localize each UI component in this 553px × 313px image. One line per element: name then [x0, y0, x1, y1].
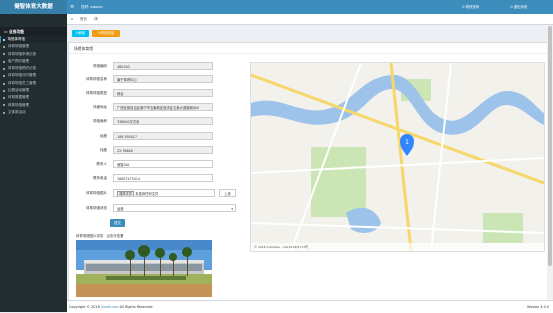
map-canvas[interactable]: 1 — [251, 63, 544, 251]
bullet-icon — [3, 75, 5, 78]
refresh-button[interactable]: ↻刷新 — [72, 30, 89, 37]
field-label: 体育场馆状态 — [86, 206, 107, 210]
field-label: 场馆编码 — [93, 64, 107, 68]
welcome-text: 您好: adapin — [81, 5, 103, 9]
field-label: 体育场馆图片 — [86, 191, 107, 195]
file-status: 未选择任何文件 — [135, 192, 159, 196]
bullet-icon — [3, 82, 5, 85]
top-navbar: 健智体育大数据 ≡ 您好: adapin ⚿ 修改密码 ⏻ 退出系统 — [0, 0, 553, 14]
divider — [69, 53, 549, 54]
logout-link[interactable]: ⏻ 退出系统 — [510, 0, 527, 14]
venue-photo[interactable] — [76, 240, 212, 297]
submit-button[interactable]: 提交 — [110, 219, 125, 227]
modify-password-link[interactable]: ⚿ 修改密码 — [462, 0, 479, 14]
bullet-icon — [3, 46, 5, 49]
sidebar-item-venue-management[interactable]: 体育场馆管理 — [0, 43, 67, 50]
field-label: 体育场馆名称 — [86, 77, 107, 81]
panel-title: 场馆体育馆 — [74, 46, 93, 51]
toolbar: ↻刷新 ✎修改信息 — [67, 25, 553, 42]
venue-name-field[interactable]: 南宁体育中心 — [113, 75, 213, 83]
copyright-text: Copyright © 2018 jnsoft.com All Rights R… — [69, 305, 154, 309]
sidebar-item-venue-management-2[interactable]: 体育场馆管理 — [0, 102, 67, 109]
upload-button[interactable]: 上传 — [219, 189, 236, 197]
field-label: 联系人 — [96, 162, 108, 166]
bullet-icon — [3, 53, 5, 56]
address-field[interactable]: 广西壮族自治区南宁市五象新区良庆区五象大道南侧005 — [113, 103, 213, 111]
sidebar-item-time-slots[interactable]: 体育场馆分时管理 — [0, 72, 67, 79]
sidebar-section-title[interactable]: ▭ 业务功能 — [0, 27, 67, 36]
edit-info-button[interactable]: ✎修改信息 — [92, 30, 120, 37]
field-label: 详细地址 — [93, 105, 107, 109]
footer: Copyright © 2018 jnsoft.com All Rights R… — [67, 300, 553, 313]
bullet-icon — [3, 89, 5, 92]
sidebar-item-booking-management[interactable]: 客户预约管理 — [0, 58, 67, 65]
bullet-icon — [3, 111, 5, 114]
venue-panel: 场馆体育馆 场馆编码 480100 体育场馆名称 南宁体育中心 体育场馆类型 综… — [68, 42, 550, 302]
tab-bar: ⌂ 首页 › 场馆体育馆 — [67, 14, 553, 61]
chevron-down-icon: ▾ — [231, 207, 233, 211]
bullet-icon — [3, 60, 5, 63]
bullet-icon — [3, 97, 5, 100]
map-attribution: © 2018 AutoNavi - GS(2018)5173号 — [254, 245, 309, 249]
map-view[interactable]: 1 © 2018 AutoNavi - GS(2018)5173号 — [250, 62, 545, 252]
scrollbar-thumb[interactable] — [548, 26, 552, 266]
field-label: 联系电话 — [93, 176, 107, 180]
sidebar-item-competitions[interactable]: 比赛活动管理 — [0, 87, 67, 94]
sidebar-item-venue[interactable]: 场馆体育馆 — [0, 36, 67, 44]
sidebar-item-application-records[interactable]: 体育场馆申请记录 — [0, 51, 67, 58]
bullet-icon — [2, 38, 5, 41]
bullet-icon — [3, 67, 5, 70]
sidebar-item-cultural-activities[interactable]: 文体类活动 — [0, 109, 67, 116]
tab-current[interactable]: › 场馆体育馆 — [93, 14, 98, 61]
longitude-field[interactable]: 108.393417 — [113, 132, 213, 140]
venue-type-field[interactable]: 综合 — [113, 89, 213, 97]
contact-person-field[interactable]: 健智001 — [113, 160, 213, 168]
file-input[interactable]: 选择文件 未选择任何文件 — [113, 189, 215, 197]
sidebar-item-sports-data[interactable]: 体育数据管理 — [0, 94, 67, 101]
tab-home[interactable]: 首页 — [80, 14, 87, 24]
image-caption: 体育场馆图片浏览：点击可查看 — [76, 234, 124, 238]
field-label: 场馆面积 — [93, 119, 107, 123]
sidebar: ▭ 业务功能 场馆体育馆 体育场馆管理 体育场馆申请记录 客户预约管理 体育场馆… — [0, 14, 67, 312]
sidebar-item-staff[interactable]: 体育场馆员工管理 — [0, 80, 67, 87]
field-label: 经度 — [100, 134, 107, 138]
field-label: 纬度 — [100, 148, 107, 152]
bullet-icon — [3, 104, 5, 107]
hamburger-icon[interactable]: ≡ — [70, 0, 74, 14]
sidebar-item-booking-records[interactable]: 体育场馆预约记录 — [0, 65, 67, 72]
latitude-field[interactable]: 22.76648 — [113, 146, 213, 154]
svg-text:1: 1 — [405, 139, 409, 146]
version-text: Version 4.0.0 — [526, 305, 549, 309]
company-link[interactable]: jnsoft.com — [101, 305, 119, 309]
venue-code-field[interactable]: 480100 — [113, 62, 213, 70]
field-label: 体育场馆类型 — [86, 91, 107, 95]
choose-file-button[interactable]: 选择文件 — [117, 191, 135, 196]
area-field[interactable]: 338000平方米 — [113, 117, 213, 125]
home-icon[interactable]: ⌂ — [71, 14, 73, 24]
contact-phone-field[interactable]: 18007475414 — [113, 174, 213, 182]
app-brand[interactable]: 健智体育大数据 — [0, 0, 67, 14]
status-select[interactable]: 运营 ▾ — [113, 204, 236, 212]
